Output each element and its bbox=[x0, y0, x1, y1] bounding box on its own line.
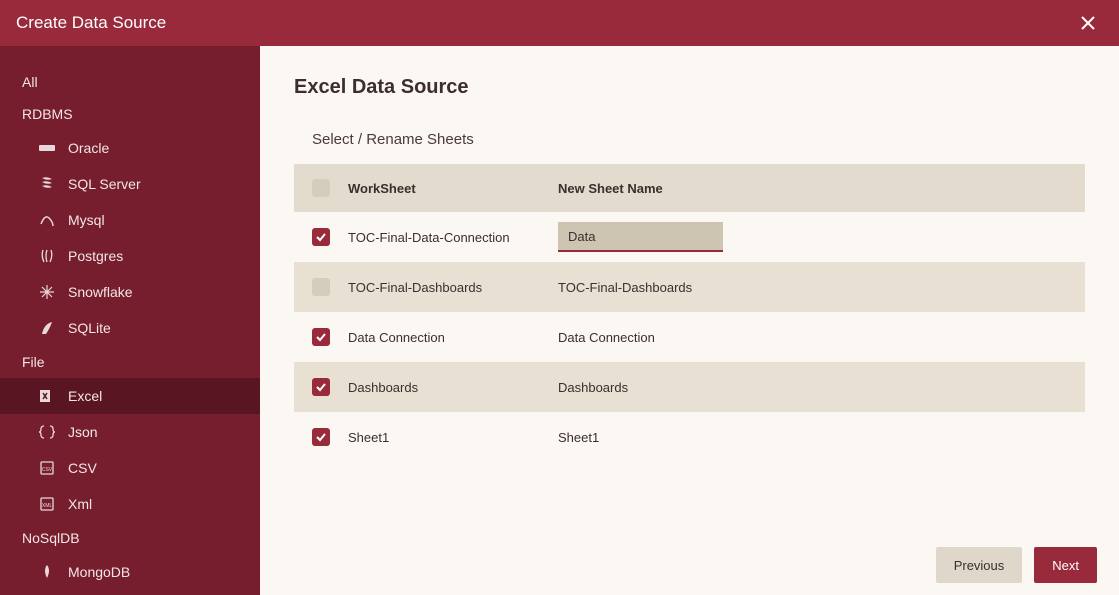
sidebar-cat-nosql[interactable]: NoSqlDB bbox=[0, 522, 260, 554]
worksheet-name: Sheet1 bbox=[336, 430, 546, 445]
body: All RDBMS Oracle SQL Server Mysql Postgr… bbox=[0, 46, 1119, 595]
xml-icon: XML bbox=[38, 495, 56, 513]
row-checkbox[interactable] bbox=[312, 378, 330, 396]
sidebar-item-json[interactable]: Json bbox=[0, 414, 260, 450]
row-checkbox[interactable] bbox=[312, 428, 330, 446]
section-title: Select / Rename Sheets bbox=[294, 131, 1085, 148]
sheets-table: WorkSheet New Sheet Name TOC-Final-Data-… bbox=[294, 164, 1085, 462]
oracle-icon bbox=[38, 139, 56, 157]
worksheet-name: Data Connection bbox=[336, 330, 546, 345]
svg-text:CSV: CSV bbox=[42, 467, 53, 473]
row-checkbox[interactable] bbox=[312, 278, 330, 296]
table-row: TOC-Final-Data-Connection bbox=[294, 212, 1085, 262]
table-header: WorkSheet New Sheet Name bbox=[294, 164, 1085, 212]
sidebar-item-snowflake[interactable]: Snowflake bbox=[0, 274, 260, 310]
sidebar-item-label: Json bbox=[68, 424, 98, 440]
sidebar-item-label: SQLite bbox=[68, 320, 111, 336]
main-inner: Excel Data Source Select / Rename Sheets… bbox=[260, 46, 1119, 535]
worksheet-name: Dashboards bbox=[336, 380, 546, 395]
svg-text:XML: XML bbox=[42, 503, 53, 509]
sidebar-item-postgres[interactable]: Postgres bbox=[0, 238, 260, 274]
sidebar-item-label: Oracle bbox=[68, 140, 109, 156]
table-row: Sheet1 Sheet1 bbox=[294, 412, 1085, 462]
new-sheet-name[interactable]: Dashboards bbox=[546, 380, 1085, 395]
table-row: Dashboards Dashboards bbox=[294, 362, 1085, 412]
mysql-icon bbox=[38, 211, 56, 229]
row-checkbox[interactable] bbox=[312, 228, 330, 246]
sidebar-item-label: Mysql bbox=[68, 212, 105, 228]
worksheet-name: TOC-Final-Dashboards bbox=[336, 280, 546, 295]
csv-icon: CSV bbox=[38, 459, 56, 477]
sidebar: All RDBMS Oracle SQL Server Mysql Postgr… bbox=[0, 46, 260, 595]
sidebar-item-label: Xml bbox=[68, 496, 92, 512]
sidebar-item-label: Postgres bbox=[68, 248, 123, 264]
footer: Previous Next bbox=[260, 535, 1119, 595]
sidebar-item-oracle[interactable]: Oracle bbox=[0, 130, 260, 166]
sidebar-item-xml[interactable]: XML Xml bbox=[0, 486, 260, 522]
sidebar-item-label: Excel bbox=[68, 388, 102, 404]
json-icon bbox=[38, 423, 56, 441]
new-sheet-name[interactable]: Sheet1 bbox=[546, 430, 1085, 445]
page-title: Excel Data Source bbox=[294, 76, 1085, 99]
sqlite-icon bbox=[38, 319, 56, 337]
sidebar-item-mysql[interactable]: Mysql bbox=[0, 202, 260, 238]
sidebar-item-label: SQL Server bbox=[68, 176, 141, 192]
main-panel: Excel Data Source Select / Rename Sheets… bbox=[260, 46, 1119, 595]
mongodb-icon bbox=[38, 563, 56, 581]
row-checkbox[interactable] bbox=[312, 328, 330, 346]
sidebar-item-mongodb[interactable]: MongoDB bbox=[0, 554, 260, 590]
snowflake-icon bbox=[38, 283, 56, 301]
sidebar-item-sqlite[interactable]: SQLite bbox=[0, 310, 260, 346]
new-sheet-name-input[interactable] bbox=[558, 222, 723, 252]
sidebar-item-label: MongoDB bbox=[68, 564, 130, 580]
sidebar-item-label: Snowflake bbox=[68, 284, 133, 300]
previous-button[interactable]: Previous bbox=[936, 547, 1023, 583]
sidebar-item-sqlserver[interactable]: SQL Server bbox=[0, 166, 260, 202]
titlebar: Create Data Source bbox=[0, 0, 1119, 46]
sidebar-item-label: CSV bbox=[68, 460, 97, 476]
table-row: TOC-Final-Dashboards TOC-Final-Dashboard… bbox=[294, 262, 1085, 312]
app-root: Create Data Source All RDBMS Oracle SQL … bbox=[0, 0, 1119, 595]
new-sheet-name[interactable]: TOC-Final-Dashboards bbox=[546, 280, 1085, 295]
header-newname: New Sheet Name bbox=[546, 181, 1085, 196]
sidebar-cat-file[interactable]: File bbox=[0, 346, 260, 378]
sidebar-item-excel[interactable]: Excel bbox=[0, 378, 260, 414]
sqlserver-icon bbox=[38, 175, 56, 193]
window-title: Create Data Source bbox=[16, 13, 166, 33]
sidebar-cat-rdbms[interactable]: RDBMS bbox=[0, 98, 260, 130]
postgres-icon bbox=[38, 247, 56, 265]
excel-icon bbox=[38, 387, 56, 405]
header-worksheet: WorkSheet bbox=[336, 181, 546, 196]
select-all-checkbox[interactable] bbox=[312, 179, 330, 197]
close-icon bbox=[1080, 15, 1096, 31]
new-sheet-name[interactable]: Data Connection bbox=[546, 330, 1085, 345]
table-row: Data Connection Data Connection bbox=[294, 312, 1085, 362]
close-button[interactable] bbox=[1073, 8, 1103, 38]
next-button[interactable]: Next bbox=[1034, 547, 1097, 583]
worksheet-name: TOC-Final-Data-Connection bbox=[336, 230, 546, 245]
sidebar-cat-all[interactable]: All bbox=[0, 66, 260, 98]
sidebar-item-csv[interactable]: CSV CSV bbox=[0, 450, 260, 486]
